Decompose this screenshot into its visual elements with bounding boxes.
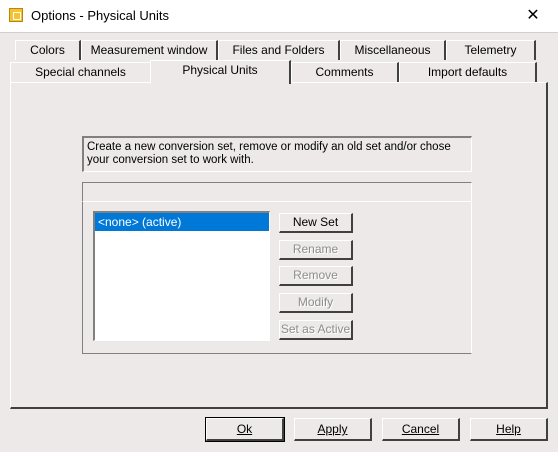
cancel-button[interactable]: Cancel	[382, 418, 460, 441]
app-icon	[9, 8, 23, 22]
tab-physical-units[interactable]: Physical Units	[150, 60, 291, 84]
tab-measurement-window[interactable]: Measurement window	[81, 40, 218, 60]
rename-label: Rename	[292, 242, 339, 256]
help-label: Help	[496, 422, 521, 436]
tab-telemetry[interactable]: Telemetry	[446, 40, 536, 60]
close-icon[interactable]: ✕	[513, 3, 553, 29]
ok-button[interactable]: Ok	[205, 417, 285, 442]
remove-label: Remove	[293, 268, 338, 282]
tab-colors[interactable]: Colors	[15, 40, 81, 60]
tab-files-and-folders[interactable]: Files and Folders	[218, 40, 340, 60]
cancel-label: Cancel	[401, 422, 440, 436]
tab-miscellaneous[interactable]: Miscellaneous	[340, 40, 446, 60]
tab-import-defaults[interactable]: Import defaults	[399, 62, 537, 82]
rename-button[interactable]: Rename	[279, 240, 353, 260]
list-item[interactable]: <none> (active)	[95, 213, 269, 231]
remove-button[interactable]: Remove	[279, 266, 353, 286]
help-button[interactable]: Help	[470, 418, 548, 441]
modify-button[interactable]: Modify	[279, 293, 353, 313]
modify-label: Modify	[297, 295, 334, 309]
apply-label: Apply	[317, 422, 348, 436]
ok-label: Ok	[236, 422, 253, 436]
apply-button[interactable]: Apply	[294, 418, 372, 441]
tab-special-channels[interactable]: Special channels	[10, 62, 152, 82]
description-text: Create a new conversion set, remove or m…	[82, 136, 472, 172]
title-bar: Options - Physical Units ✕	[0, 0, 558, 32]
conversion-set-list[interactable]: <none> (active)	[93, 211, 270, 341]
new-set-label: New Set	[292, 215, 339, 229]
window-title: Options - Physical Units	[31, 8, 169, 23]
tab-comments[interactable]: Comments	[291, 62, 399, 82]
new-set-button[interactable]: New Set	[279, 213, 353, 233]
title-divider	[0, 32, 558, 33]
set-as-active-label: Set as Active	[280, 322, 351, 336]
group-header	[82, 182, 472, 202]
set-as-active-button[interactable]: Set as Active	[279, 320, 353, 340]
